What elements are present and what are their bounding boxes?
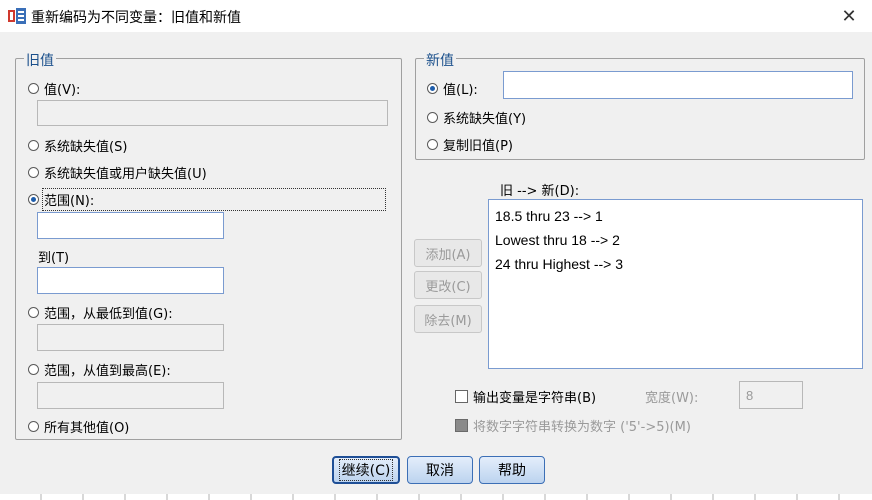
old-range-low-label: 范围，从最低到值(G): [44, 307, 173, 322]
old-value-legend: 旧值 [24, 50, 56, 70]
convert-label: 将数字字符串转换为数字 ('5'->5)(M) [473, 420, 691, 435]
radio-icon[interactable] [427, 139, 438, 150]
range-to-input[interactable] [37, 267, 224, 294]
radio-selected-icon[interactable] [427, 83, 438, 94]
cancel-button[interactable]: 取消 [407, 456, 473, 484]
old-value-label: 值(V): [44, 83, 81, 98]
range-low-input[interactable] [37, 324, 224, 351]
old-sysmis-label: 系统缺失值(S) [44, 140, 128, 155]
remove-button[interactable]: 除去(M) [414, 305, 482, 333]
string-output-option[interactable]: 输出变量是字符串(B) [455, 387, 596, 406]
old-range-high-label: 范围，从值到最高(E): [44, 364, 171, 379]
list-item[interactable]: 18.5 thru 23 --> 1 [495, 204, 856, 228]
mapping-list[interactable]: 18.5 thru 23 --> 1 Lowest thru 18 --> 2 … [488, 199, 863, 369]
new-value-label: 值(L): [443, 83, 478, 98]
radio-icon[interactable] [28, 421, 39, 432]
width-input[interactable] [739, 381, 803, 409]
new-copy-label: 复制旧值(P) [443, 139, 513, 154]
old-range-low-radio[interactable]: 范围，从最低到值(G): [28, 303, 173, 322]
new-value-legend: 新值 [424, 50, 456, 70]
spss-recode-icon [8, 8, 26, 24]
radio-icon[interactable] [28, 307, 39, 318]
new-value-radio[interactable]: 值(L): [427, 79, 478, 98]
old-else-radio[interactable]: 所有其他值(O) [28, 417, 129, 436]
convert-option[interactable]: 将数字字符串转换为数字 ('5'->5)(M) [455, 416, 691, 435]
old-value-input[interactable] [37, 100, 388, 126]
new-copy-radio[interactable]: 复制旧值(P) [427, 135, 513, 154]
old-range-high-radio[interactable]: 范围，从值到最高(E): [28, 360, 171, 379]
change-button[interactable]: 更改(C) [414, 271, 482, 299]
range-from-input[interactable] [37, 212, 224, 239]
old-range-label: 范围(N): [42, 188, 386, 211]
recode-dialog: 重新编码为不同变量：旧值和新值 ✕ 旧值 值(V): 系统缺失值(S) 系统缺失… [0, 0, 872, 500]
add-button[interactable]: 添加(A) [414, 239, 482, 267]
string-output-checkbox[interactable] [455, 390, 468, 403]
list-item[interactable]: Lowest thru 18 --> 2 [495, 228, 856, 252]
new-value-input[interactable] [503, 71, 853, 99]
radio-icon[interactable] [28, 167, 39, 178]
close-icon[interactable]: ✕ [826, 0, 872, 32]
convert-checkbox[interactable] [455, 419, 468, 432]
string-output-label: 输出变量是字符串(B) [473, 391, 597, 406]
old-else-label: 所有其他值(O) [44, 421, 130, 436]
radio-icon[interactable] [28, 140, 39, 151]
continue-label: 继续(C) [338, 459, 394, 481]
old-value-radio[interactable]: 值(V): [28, 79, 80, 98]
list-item[interactable]: 24 thru Highest --> 3 [495, 252, 856, 276]
old-sysmis-radio[interactable]: 系统缺失值(S) [28, 136, 127, 155]
continue-button[interactable]: 继续(C) [332, 456, 400, 484]
radio-selected-icon[interactable] [28, 194, 39, 205]
radio-icon[interactable] [28, 83, 39, 94]
new-sysmis-label: 系统缺失值(Y) [443, 112, 527, 127]
range-to-label: 到(T) [38, 251, 70, 266]
width-label: 宽度(W): [645, 391, 699, 406]
new-sysmis-radio[interactable]: 系统缺失值(Y) [427, 108, 526, 127]
old-sysmis-user-label: 系统缺失值或用户缺失值(U) [44, 167, 207, 182]
help-button[interactable]: 帮助 [479, 456, 545, 484]
background-window-strip [0, 494, 872, 500]
mapping-label: 旧 --> 新(D): [500, 184, 580, 199]
old-range-radio[interactable]: 范围(N): [28, 188, 386, 211]
range-high-input[interactable] [37, 382, 224, 409]
radio-icon[interactable] [28, 364, 39, 375]
radio-icon[interactable] [427, 112, 438, 123]
title-bar: 重新编码为不同变量：旧值和新值 ✕ [0, 0, 872, 32]
old-sysmis-user-radio[interactable]: 系统缺失值或用户缺失值(U) [28, 163, 207, 182]
window-title: 重新编码为不同变量：旧值和新值 [31, 10, 241, 26]
